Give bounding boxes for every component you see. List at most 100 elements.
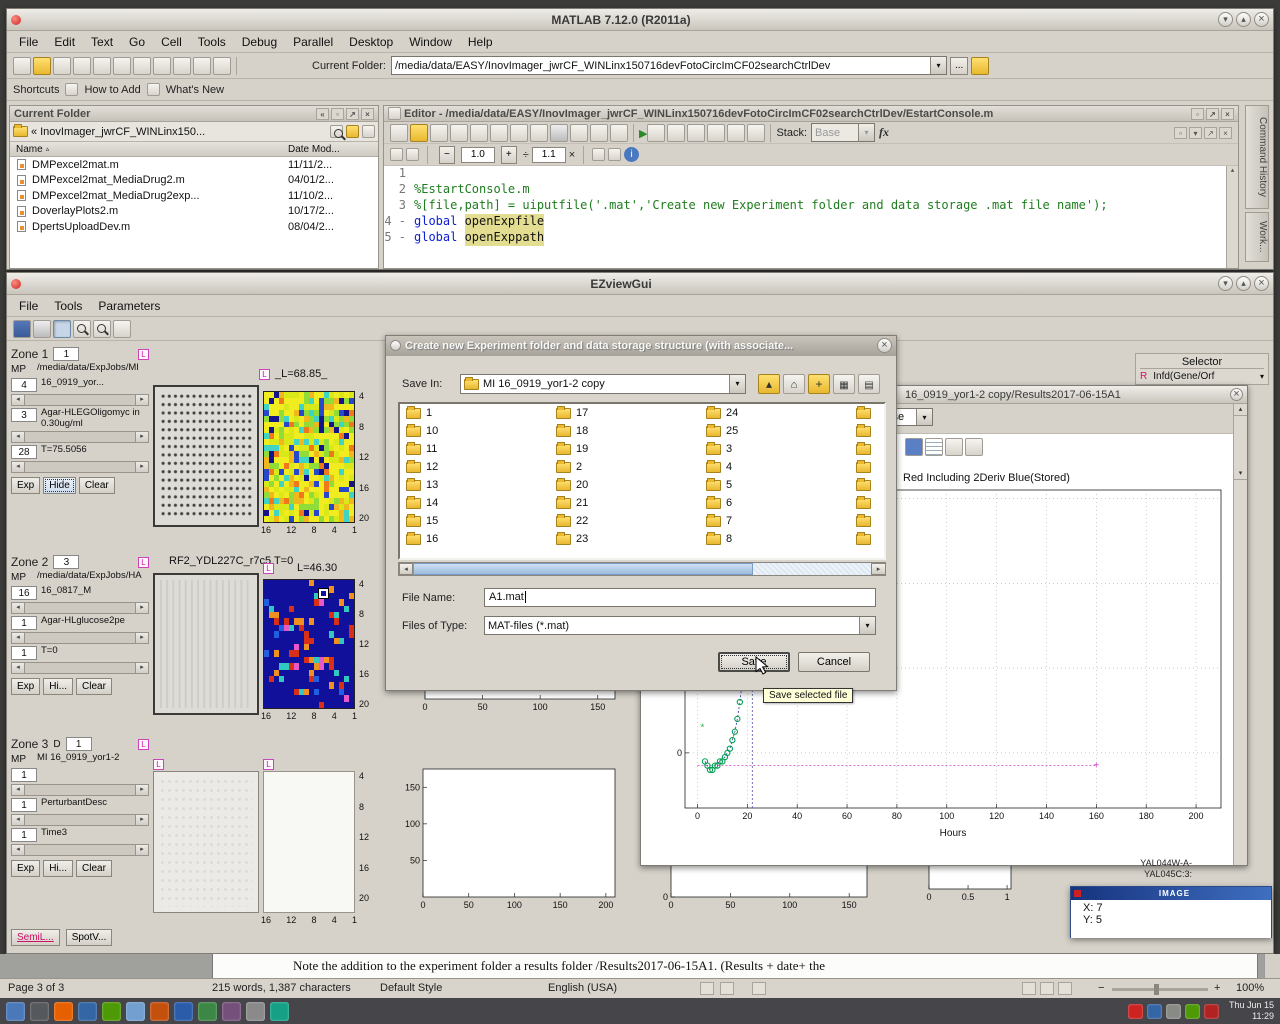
folder-item-18[interactable]: 18 xyxy=(550,422,700,440)
undock-icon[interactable] xyxy=(346,108,359,120)
save-icon[interactable] xyxy=(13,320,31,338)
find-icon[interactable] xyxy=(570,124,588,142)
zone-field[interactable]: 1 xyxy=(11,768,37,782)
close-panel-icon[interactable] xyxy=(1221,108,1234,120)
multi-page-view-icon[interactable] xyxy=(1040,982,1054,995)
actions-gear-icon[interactable] xyxy=(362,125,375,138)
increase-button[interactable]: + xyxy=(501,146,517,164)
spotview-button[interactable]: SpotV... xyxy=(66,929,113,946)
cell-divider-icon[interactable] xyxy=(406,148,419,161)
folder-item[interactable] xyxy=(850,530,886,548)
folder-item[interactable] xyxy=(850,440,886,458)
zone3-blank-image[interactable] xyxy=(263,771,355,913)
zone1-plate-image[interactable] xyxy=(153,385,259,527)
zone-slider[interactable]: ◂▸ xyxy=(11,461,149,473)
current-folder-combo[interactable]: /media/data/EASY/InovImager_jwrCF_WINLin… xyxy=(391,56,947,75)
new-icon[interactable] xyxy=(390,124,408,142)
code-line[interactable]: 3%[file,path] = uiputfile('.mat','Create… xyxy=(384,198,1226,214)
zone-button-clear[interactable]: Clear xyxy=(76,860,112,877)
menu-item-tools[interactable]: Tools xyxy=(190,33,234,51)
folder-item-11[interactable]: 11 xyxy=(400,440,550,458)
writer-scrollbar[interactable] xyxy=(1264,954,1280,978)
menu-item-file[interactable]: File xyxy=(11,297,46,315)
folder-list-scrollbar[interactable]: ◂ ▸ xyxy=(398,562,886,576)
command-history-tab[interactable]: Command History xyxy=(1245,105,1269,209)
code-editor[interactable]: 12%EstartConsole.m3%[file,path] = uiputf… xyxy=(384,166,1226,268)
office-calc-icon[interactable] xyxy=(198,1002,217,1021)
file-name[interactable]: DoverlayPlots2.m xyxy=(32,205,118,217)
code-line[interactable]: 1 xyxy=(384,166,1226,182)
menu-item-help[interactable]: Help xyxy=(460,33,501,51)
zone-field[interactable]: 1 xyxy=(11,828,37,842)
zone-slider[interactable]: ◂▸ xyxy=(11,784,149,796)
matlab-icon[interactable] xyxy=(150,1002,169,1021)
cut-icon[interactable] xyxy=(53,57,71,75)
undock-icon[interactable] xyxy=(1206,108,1219,120)
folder-item-21[interactable]: 21 xyxy=(550,494,700,512)
zone1-heatmap[interactable] xyxy=(263,391,355,523)
update-icon[interactable] xyxy=(1185,1004,1200,1019)
help-icon[interactable] xyxy=(213,57,231,75)
folder-item-5[interactable]: 5 xyxy=(700,476,850,494)
chevron-down-icon[interactable] xyxy=(1260,372,1264,381)
book-view-icon[interactable] xyxy=(1058,982,1072,995)
scrollbar-thumb[interactable] xyxy=(413,563,753,575)
zone-field[interactable]: MP xyxy=(11,571,33,584)
chevron-down-icon[interactable] xyxy=(858,124,874,141)
insert-breakpoint-icon[interactable] xyxy=(647,124,665,142)
zone2-plate-image[interactable] xyxy=(153,573,259,715)
image-window-titlebar[interactable]: IMAGE xyxy=(1071,887,1271,900)
up-folder-icon[interactable] xyxy=(971,57,989,75)
up-one-level-icon[interactable] xyxy=(758,374,780,394)
file-name[interactable]: DMPexcel2mat_MediaDrug2.m xyxy=(32,174,185,186)
zone-button-clear[interactable]: Clear xyxy=(79,477,115,494)
zone-field[interactable]: 1 xyxy=(11,646,37,660)
menu-item-go[interactable]: Go xyxy=(121,33,153,51)
copy-icon[interactable] xyxy=(470,124,488,142)
folder-item[interactable] xyxy=(850,422,886,440)
page-style[interactable]: Default Style xyxy=(380,982,442,994)
selected-spot-marker[interactable] xyxy=(319,589,328,598)
zone-field[interactable]: 1 xyxy=(11,616,37,630)
code-line[interactable]: 4 -global openExpfile xyxy=(384,214,1226,230)
office-quickstart-icon[interactable] xyxy=(1204,1004,1219,1019)
dock-icon[interactable] xyxy=(316,108,329,120)
minimize-button[interactable] xyxy=(1218,12,1233,27)
undock-icon[interactable] xyxy=(1204,127,1217,139)
clear-breakpoints-icon[interactable] xyxy=(667,124,685,142)
text-editor-icon[interactable] xyxy=(126,1002,145,1021)
file-row[interactable]: DMPexcel2mat_MediaDrug2.m04/01/2... xyxy=(10,173,378,189)
zone-button-exp[interactable]: Exp xyxy=(11,678,40,695)
folder-item-1[interactable]: 1 xyxy=(400,404,550,422)
volume-icon[interactable] xyxy=(1166,1004,1181,1019)
chevron-down-icon[interactable] xyxy=(729,375,745,393)
info-icon[interactable] xyxy=(624,147,639,162)
new-folder-icon[interactable]: + xyxy=(808,374,830,394)
folder-item-14[interactable]: 14 xyxy=(400,494,550,512)
folder-item-19[interactable]: 19 xyxy=(550,440,700,458)
how-to-add-link[interactable]: How to Add xyxy=(84,84,140,96)
folder-item-13[interactable]: 13 xyxy=(400,476,550,494)
value-field-right[interactable] xyxy=(532,147,566,163)
document-text[interactable]: Note the addition to the experiment fold… xyxy=(213,954,1257,974)
document-modified-icon[interactable] xyxy=(752,982,766,995)
step-icon[interactable] xyxy=(687,124,705,142)
open-file-icon[interactable] xyxy=(33,57,51,75)
semilog-button[interactable]: SemiL... xyxy=(11,929,60,946)
scroll-right-icon[interactable]: ▸ xyxy=(871,563,885,575)
applications-menu-icon[interactable] xyxy=(6,1002,25,1021)
close-editor-icon[interactable] xyxy=(1219,127,1232,139)
copy-icon[interactable] xyxy=(73,57,91,75)
zoom-level[interactable]: 100% xyxy=(1236,982,1264,994)
back-icon[interactable] xyxy=(590,124,608,142)
zone-button-hi[interactable]: Hi... xyxy=(43,678,73,695)
maximize-button[interactable] xyxy=(1236,276,1251,291)
zoom-in-control[interactable]: + xyxy=(1214,982,1220,994)
file-name-input[interactable]: A1.mat xyxy=(484,588,876,607)
file-row[interactable]: DpertsUploadDev.m08/04/2... xyxy=(10,219,378,235)
zoom-slider-thumb[interactable] xyxy=(1154,984,1159,995)
zone-value-field[interactable]: 1 xyxy=(53,347,79,361)
whats-new-link[interactable]: What's New xyxy=(166,84,224,96)
results-scrollbar[interactable]: ▴ ▾ xyxy=(1233,404,1247,865)
insert-mode-icon[interactable] xyxy=(700,982,714,995)
